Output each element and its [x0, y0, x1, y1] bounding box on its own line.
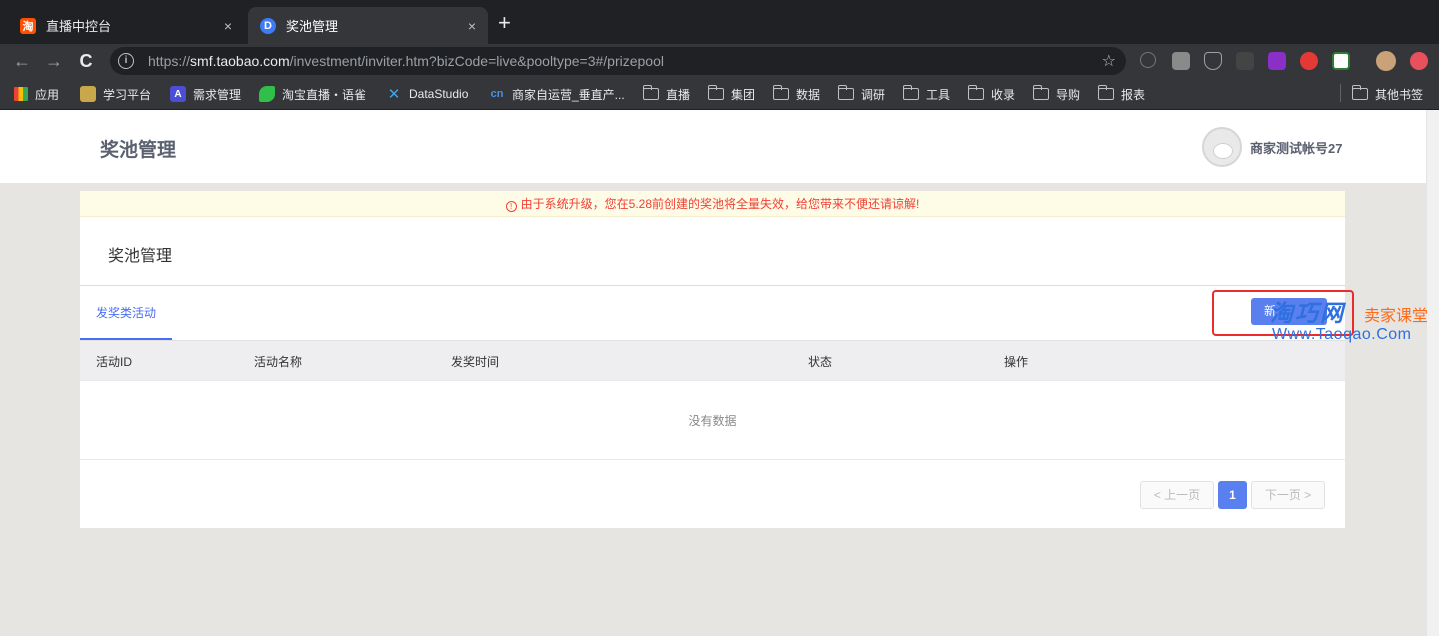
apps-grid-icon	[14, 87, 28, 101]
address-bar[interactable]: i https://smf.taobao.com/investment/invi…	[110, 47, 1126, 75]
bookmarks-divider	[1340, 84, 1341, 102]
bookmark-yuque[interactable]: 淘宝直播・语雀	[259, 84, 366, 104]
reload-button[interactable]: C	[74, 49, 98, 73]
section-title: 奖池管理	[108, 248, 173, 265]
bookmark-folder-shopping[interactable]: 导购	[1032, 84, 1080, 104]
watermark-tagline: 卖家课堂	[1364, 308, 1429, 325]
extension-check-icon[interactable]	[1332, 52, 1350, 70]
bookmark-other[interactable]: 其他书签	[1351, 84, 1423, 104]
folder-icon	[707, 85, 724, 100]
column-header-activity-id: 活动ID	[96, 355, 133, 369]
browser-tab-bar: 淘 直播中控台 × D 奖池管理 × +	[0, 0, 1439, 44]
bookmark-study[interactable]: 学习平台	[80, 84, 151, 104]
folder-icon	[1351, 85, 1368, 100]
user-name[interactable]: 商家测试帐号27	[1250, 138, 1342, 157]
bookmarks-bar: 应用 学习平台 A 需求管理 淘宝直播・语雀 ✕ DataStudio cn 商…	[0, 78, 1439, 110]
folder-icon	[1032, 85, 1049, 100]
site-info-icon[interactable]: i	[118, 53, 134, 69]
extension-pocket-icon[interactable]	[1204, 52, 1222, 70]
browser-toolbar: ← → C i https://smf.taobao.com/investmen…	[0, 44, 1439, 78]
bookmark-folder-group[interactable]: 集团	[707, 84, 755, 104]
next-page-button[interactable]: 下一页 >	[1251, 481, 1325, 509]
column-header-activity-name: 活动名称	[254, 355, 303, 369]
forward-button[interactable]: →	[42, 49, 66, 73]
page-scrollbar[interactable]	[1426, 110, 1439, 636]
prev-page-button[interactable]: < 上一页	[1140, 481, 1214, 509]
bookmark-star-icon[interactable]: ☆	[1102, 51, 1116, 71]
back-button[interactable]: ←	[10, 49, 34, 73]
bookmark-folder-live[interactable]: 直播	[642, 84, 690, 104]
folder-icon	[837, 85, 854, 100]
extension-rp-icon[interactable]	[1268, 52, 1286, 70]
new-tab-button[interactable]: +	[498, 12, 511, 34]
watermark-site: Www.Taoqao.Com	[1272, 326, 1412, 343]
url-text[interactable]: https://smf.taobao.com/investment/invite…	[148, 53, 664, 69]
tab-title: 直播中控台	[46, 19, 112, 34]
bookmark-folder-research[interactable]: 调研	[837, 84, 885, 104]
page-title: 奖池管理	[100, 140, 177, 161]
close-icon[interactable]: ×	[224, 18, 232, 34]
notice-text: 由于系统升级，您在5.28前创建的奖池将全量失效，给您带来不便还请谅解!	[520, 197, 920, 211]
extension-ruler-icon[interactable]	[1172, 52, 1190, 70]
study-icon	[80, 86, 96, 102]
bookmark-folder-collect[interactable]: 收录	[967, 84, 1015, 104]
tab-live-console[interactable]: 淘 直播中控台 ×	[8, 7, 244, 44]
column-header-actions: 操作	[1004, 355, 1029, 369]
bookmark-merchant-ops[interactable]: cn 商家自运营_垂直产...	[489, 84, 625, 104]
yuque-icon	[259, 86, 275, 102]
page-header: 奖池管理 商家测试帐号27	[0, 110, 1426, 183]
current-page-button[interactable]: 1	[1218, 481, 1247, 509]
system-upgrade-notice: ! 由于系统升级，您在5.28前创建的奖池将全量失效，给您带来不便还请谅解!	[80, 191, 1345, 217]
taobao-favicon-icon: 淘	[20, 17, 36, 34]
column-header-status: 状态	[808, 355, 833, 369]
folder-icon	[642, 85, 659, 100]
folder-icon	[967, 85, 984, 100]
extension-info-icon[interactable]	[1140, 52, 1156, 68]
bookmark-apps[interactable]: 应用	[14, 84, 59, 104]
bookmark-folder-tools[interactable]: 工具	[902, 84, 950, 104]
bookmark-datastudio[interactable]: ✕ DataStudio	[386, 84, 469, 104]
bookmark-folder-data[interactable]: 数据	[772, 84, 820, 104]
watermark-brand: 淘巧网	[1270, 300, 1345, 326]
folder-icon	[902, 85, 919, 100]
bookmark-folder-reports[interactable]: 报表	[1097, 84, 1145, 104]
tab-prize-pool[interactable]: D 奖池管理 ×	[248, 7, 488, 44]
a-letter-icon: A	[170, 86, 186, 102]
table-empty-row: 没有数据	[80, 380, 1345, 460]
extension-red-icon[interactable]	[1300, 52, 1318, 70]
close-icon[interactable]: ×	[468, 18, 476, 34]
prize-pool-card: ! 由于系统升级，您在5.28前创建的奖池将全量失效，给您带来不便还请谅解! 奖池…	[80, 191, 1345, 528]
app-favicon-icon: D	[260, 17, 276, 34]
section-divider	[80, 285, 1345, 286]
profile-avatar-icon[interactable]	[1376, 51, 1396, 71]
cn-icon: cn	[490, 88, 504, 100]
extension-chart-icon[interactable]	[1236, 52, 1254, 70]
bookmark-requirements[interactable]: A 需求管理	[170, 84, 241, 104]
update-icon[interactable]	[1410, 52, 1428, 70]
column-header-award-time: 发奖时间	[451, 355, 500, 369]
tab-prize-activities[interactable]: 发奖类活动	[96, 304, 156, 321]
table-header: 活动ID 活动名称 发奖时间 状态 操作	[80, 340, 1345, 380]
empty-state-text: 没有数据	[688, 414, 737, 428]
folder-icon	[772, 85, 789, 100]
datastudio-icon: ✕	[387, 86, 401, 103]
user-avatar[interactable]	[1202, 127, 1242, 167]
tab-title: 奖池管理	[286, 19, 339, 34]
folder-icon	[1097, 85, 1114, 100]
warning-icon: !	[505, 201, 517, 212]
